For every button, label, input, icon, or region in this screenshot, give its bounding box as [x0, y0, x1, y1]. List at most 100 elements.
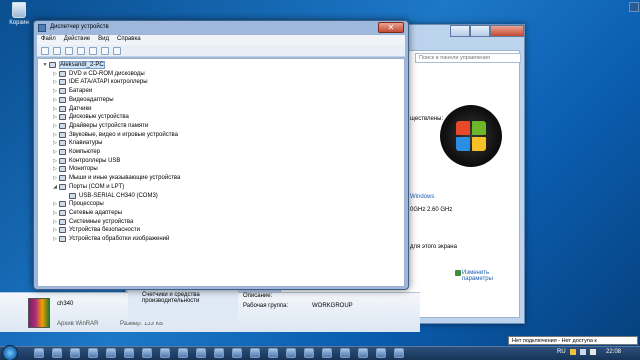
expand-arrow-icon[interactable]: ▷: [52, 166, 58, 172]
tree-node[interactable]: ▷ Процессоры: [52, 200, 104, 208]
app-taskbar-icon[interactable]: [232, 348, 242, 358]
expand-arrow-icon[interactable]: ▷: [52, 227, 58, 233]
expand-arrow-icon[interactable]: ▼: [42, 62, 48, 68]
tree-node-label: Устройства безопасности: [69, 227, 140, 234]
ie-taskbar-icon[interactable]: [52, 348, 62, 358]
expand-arrow-icon[interactable]: ▷: [52, 149, 58, 155]
app-taskbar-icon[interactable]: [322, 348, 332, 358]
expand-arrow-icon[interactable]: ▷: [52, 158, 58, 164]
expand-arrow-icon[interactable]: ▷: [52, 79, 58, 85]
app-taskbar-icon[interactable]: [124, 348, 134, 358]
menu-action[interactable]: Действие: [64, 36, 90, 44]
expand-arrow-icon[interactable]: ▷: [52, 97, 58, 103]
network-icon[interactable]: [580, 349, 586, 355]
tree-node-label: Видеоадаптеры: [69, 96, 114, 103]
minimize-button[interactable]: [450, 25, 470, 37]
app-taskbar-icon[interactable]: [178, 348, 188, 358]
console-tree-icon[interactable]: [65, 47, 73, 55]
volume-icon[interactable]: [590, 349, 596, 355]
recycle-bin-icon[interactable]: Корзин: [4, 2, 34, 26]
app-taskbar-icon[interactable]: [340, 348, 350, 358]
explorer-taskbar-icon[interactable]: [34, 348, 44, 358]
tree-node[interactable]: ▷ Батареи: [52, 87, 92, 95]
expand-arrow-icon[interactable]: ▷: [52, 140, 58, 146]
device-category-icon: [59, 183, 66, 190]
expand-arrow-icon[interactable]: ▷: [52, 106, 58, 112]
close-button[interactable]: [490, 25, 524, 37]
description-label: Описание:: [243, 293, 273, 299]
device-category-icon: [59, 218, 66, 225]
performance-tools-link[interactable]: Счетчики и средства производительности: [142, 292, 222, 304]
forward-arrow-icon[interactable]: [53, 47, 61, 55]
app-taskbar-icon[interactable]: [286, 348, 296, 358]
tree-node[interactable]: ▷ Видеоадаптеры: [52, 96, 114, 104]
properties-icon[interactable]: [77, 47, 85, 55]
expand-arrow-icon[interactable]: ▷: [52, 71, 58, 77]
app-taskbar-icon[interactable]: [142, 348, 152, 358]
back-arrow-icon[interactable]: [41, 47, 49, 55]
app-taskbar-icon[interactable]: [214, 348, 224, 358]
tree-node[interactable]: ▷ Мониторы: [52, 165, 98, 173]
app-taskbar-icon[interactable]: [160, 348, 170, 358]
desktop-corner-button[interactable]: [629, 2, 639, 12]
tree-node[interactable]: ▷ Мыши и иные указывающие устройства: [52, 174, 180, 182]
device-tree: ▼ Aleksandr_2-PC ▷ DVD и CD-ROM дисководы ▷ I…: [37, 58, 405, 287]
device-category-icon: [59, 175, 66, 182]
app-taskbar-icon[interactable]: [394, 348, 404, 358]
app-taskbar-icon[interactable]: [268, 348, 278, 358]
show-hide-icon[interactable]: [101, 47, 109, 55]
expand-arrow-icon[interactable]: ▷: [52, 132, 58, 138]
menu-view[interactable]: Вид: [98, 36, 109, 44]
tree-node[interactable]: ▷ Звуковые, видео и игровые устройства: [52, 131, 178, 139]
maximize-button[interactable]: [470, 25, 490, 37]
tree-node[interactable]: ▷ DVD и CD-ROM дисководы: [52, 70, 145, 78]
tree-node[interactable]: ▼ Aleksandr_2-PC: [42, 61, 105, 69]
help-icon[interactable]: [89, 47, 97, 55]
app-taskbar-icon[interactable]: [250, 348, 260, 358]
expand-arrow-icon[interactable]: ▷: [52, 201, 58, 207]
recycle-bin-label: Корзин: [9, 20, 29, 26]
expand-arrow-icon[interactable]: ▷: [52, 123, 58, 129]
expand-arrow-icon[interactable]: ▷: [52, 175, 58, 181]
clock[interactable]: 22:08: [606, 349, 621, 355]
bin-glyph-icon: [12, 2, 26, 18]
app-taskbar-icon[interactable]: [358, 348, 368, 358]
tree-node[interactable]: ▷ Сетевые адаптеры: [52, 209, 122, 217]
close-button[interactable]: ✕: [378, 22, 404, 33]
tree-node[interactable]: ▷ Устройства обработки изображений: [52, 235, 169, 243]
flag-icon[interactable]: [570, 349, 576, 355]
app-taskbar-icon[interactable]: [88, 348, 98, 358]
expand-arrow-icon[interactable]: ▷: [52, 114, 58, 120]
search-input[interactable]: Поиск в панели управления: [415, 53, 521, 63]
tree-node-label: Мыши и иные указывающие устройства: [69, 175, 181, 182]
system-window-controls: [450, 25, 524, 37]
expand-arrow-icon[interactable]: ▷: [52, 236, 58, 242]
tree-node[interactable]: ▷ Контроллеры USB: [52, 157, 120, 165]
app-taskbar-icon[interactable]: [196, 348, 206, 358]
app-taskbar-icon[interactable]: [376, 348, 386, 358]
language-indicator[interactable]: RU: [557, 349, 566, 355]
app-taskbar-icon[interactable]: [304, 348, 314, 358]
tree-node[interactable]: ▷ Датчики: [52, 105, 91, 113]
expand-arrow-icon[interactable]: ▷: [52, 210, 58, 216]
expand-arrow-icon[interactable]: ◢: [52, 184, 58, 190]
start-button[interactable]: [2, 345, 18, 360]
tree-node[interactable]: ▷ Системные устройства: [52, 218, 133, 226]
tree-node[interactable]: ▷ Устройства безопасности: [52, 226, 140, 234]
tree-node[interactable]: ▷ Клавиатуры: [52, 139, 102, 147]
tree-node[interactable]: ▷ Дисковые устройства: [52, 113, 129, 121]
change-settings-link[interactable]: Изменить параметры: [462, 270, 512, 282]
expand-arrow-icon[interactable]: ▷: [52, 88, 58, 94]
menu-help[interactable]: Справка: [117, 36, 141, 44]
media-taskbar-icon[interactable]: [70, 348, 80, 358]
app-taskbar-icon[interactable]: [106, 348, 116, 358]
tree-node[interactable]: ◢ Порты (COM и LPT): [52, 183, 124, 191]
tree-node[interactable]: USB-SERIAL CH340 (COM3): [62, 192, 158, 200]
expand-arrow-icon[interactable]: ▷: [52, 219, 58, 225]
menu-file[interactable]: Файл: [41, 36, 56, 44]
tree-node[interactable]: ▷ IDE ATA/ATAPI контроллеры: [52, 78, 148, 86]
tree-node[interactable]: ▷ Драйверы устройств памяти: [52, 122, 148, 130]
tree-node[interactable]: ▷ Компьютер: [52, 148, 100, 156]
device-category-icon: [59, 131, 66, 138]
scan-hardware-icon[interactable]: [113, 47, 121, 55]
